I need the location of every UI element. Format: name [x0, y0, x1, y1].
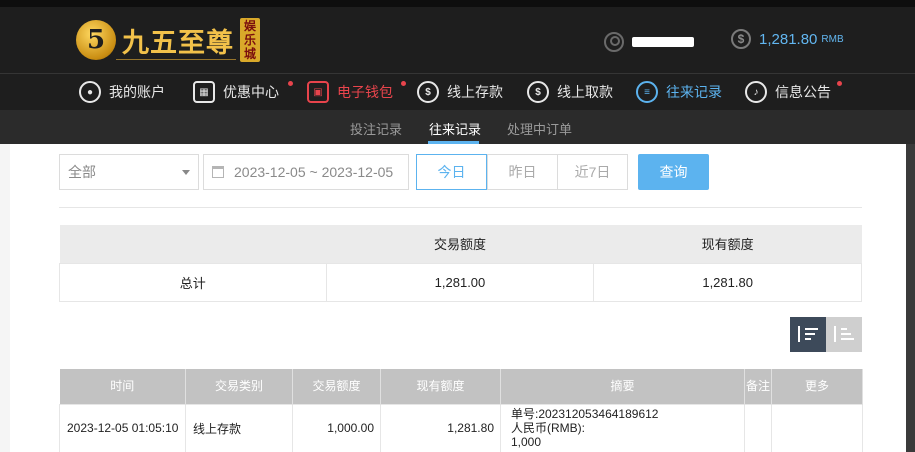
select-value: 全部 [68, 164, 96, 180]
cell-summary: 单号:202312053464189612 人民币(RMB): 1,000 [500, 403, 745, 452]
nav-item-announcements[interactable]: ♪ 信息公告 [745, 79, 842, 105]
notification-dot [288, 81, 293, 86]
dollar-coin-icon: $ [731, 29, 751, 49]
gift-icon: ▦ [193, 81, 215, 103]
sort-controls [790, 317, 862, 352]
site-header: 5 九五至尊 娱乐城 $ 1,281.80 RMB [0, 7, 915, 73]
site-logo[interactable]: 5 九五至尊 娱乐城 [76, 15, 260, 65]
nav-item-online-withdraw[interactable]: $ 线上取款 [527, 79, 613, 105]
nav-label: 电子钱包 [337, 84, 393, 100]
records-icon: ≡ [636, 81, 658, 103]
nav-item-my-account[interactable]: ● 我的账户 [79, 79, 165, 105]
records-header-row: 时间 交易类别 交易额度 现有额度 摘要 备注 更多 [59, 369, 863, 404]
nav-label: 往来记录 [666, 84, 722, 100]
nav-item-transaction-records[interactable]: ≡ 往来记录 [636, 79, 722, 105]
active-tab-indicator [428, 141, 479, 144]
cell-more[interactable] [771, 403, 863, 452]
records-table: 时间 交易类别 交易额度 现有额度 摘要 备注 更多 2023-12-05 01… [59, 369, 863, 452]
cell-remark [744, 403, 772, 452]
calendar-icon [212, 166, 224, 178]
user-icon: ● [79, 81, 101, 103]
column-header-type: 交易类别 [185, 369, 293, 404]
withdraw-icon: $ [527, 81, 549, 103]
summary-header-cell: 现有额度 [593, 225, 862, 263]
wallet-icon: ▣ [307, 81, 329, 103]
notification-dot [401, 81, 406, 86]
top-strip [0, 0, 915, 7]
summary-order-number: 单号:202312053464189612 [511, 406, 659, 421]
balance-amount: 1,281.80 [759, 30, 818, 48]
column-header-time: 时间 [59, 369, 186, 404]
summary-header-cell [59, 225, 327, 263]
column-header-balance: 现有额度 [380, 369, 501, 404]
today-button[interactable]: 今日 [416, 154, 487, 190]
summary-currency: 人民币(RMB): [511, 420, 585, 435]
tab-transaction-records[interactable]: 往来记录 [429, 119, 481, 138]
main-nav: ● 我的账户 ▦ 优惠中心 ▣ 电子钱包 $ 线上存款 $ 线上取款 ≡ 往来记… [0, 73, 915, 110]
sort-ascending-button[interactable] [826, 317, 862, 352]
nav-label: 信息公告 [775, 84, 831, 100]
left-gutter [0, 144, 10, 452]
deposit-icon: $ [417, 81, 439, 103]
date-range-value: 2023-12-05 ~ 2023-12-05 [234, 164, 394, 180]
query-button[interactable]: 查询 [638, 154, 709, 190]
sort-descending-icon [797, 325, 819, 344]
sort-descending-button[interactable] [790, 317, 826, 352]
summary-header-cell: 交易额度 [326, 225, 594, 263]
date-range-picker[interactable]: 2023-12-05 ~ 2023-12-05 [203, 154, 409, 190]
summary-table: 交易额度 现有额度 总计 1,281.00 1,281.80 [59, 225, 862, 302]
nav-label: 线上存款 [447, 84, 503, 100]
divider [59, 207, 862, 208]
balance-display: $ 1,281.80 RMB [731, 29, 844, 49]
cell-amount: 1,000.00 [292, 403, 381, 452]
column-header-remark: 备注 [744, 369, 772, 404]
table-row[interactable]: 2023-12-05 01:05:10 线上存款 1,000.00 1,281.… [59, 403, 863, 452]
tab-pending-orders[interactable]: 处理中订单 [507, 119, 572, 138]
transaction-type-select[interactable]: 全部 [59, 154, 199, 190]
right-scroll-gutter[interactable] [906, 144, 915, 452]
nav-label: 优惠中心 [223, 84, 279, 100]
cell-time: 2023-12-05 01:05:10 [59, 403, 186, 452]
summary-cell: 1,281.80 [593, 262, 862, 302]
summary-row: 总计 1,281.00 1,281.80 [59, 262, 862, 302]
summary-cell: 总计 [59, 262, 327, 302]
user-icon [604, 32, 624, 52]
balance-unit: RMB [821, 33, 844, 45]
summary-value: 1,000 [511, 434, 542, 449]
sort-ascending-icon [833, 325, 855, 344]
logo-mark: 5 [76, 20, 116, 60]
nav-item-promotions[interactable]: ▦ 优惠中心 [193, 79, 293, 105]
caret-down-icon [182, 170, 190, 175]
cell-type: 线上存款 [185, 403, 293, 452]
yesterday-button[interactable]: 昨日 [487, 154, 558, 190]
last-7-days-button[interactable]: 近7日 [557, 154, 628, 190]
nav-item-e-wallet[interactable]: ▣ 电子钱包 [307, 79, 406, 105]
column-header-amount: 交易额度 [292, 369, 381, 404]
page: 5 九五至尊 娱乐城 $ 1,281.80 RMB ● 我的账户 ▦ 优惠中心 … [0, 0, 915, 452]
username-redacted [632, 37, 694, 47]
logo-subtitle: 娱乐城 [240, 18, 260, 62]
column-header-more: 更多 [771, 369, 863, 404]
cell-balance: 1,281.80 [380, 403, 501, 452]
column-header-summary: 摘要 [500, 369, 745, 404]
logo-text: 九五至尊 [122, 27, 234, 59]
user-info[interactable] [604, 32, 694, 52]
summary-cell: 1,281.00 [325, 262, 595, 302]
summary-header-row: 交易额度 现有额度 [59, 225, 862, 263]
nav-item-online-deposit[interactable]: $ 线上存款 [417, 79, 503, 105]
tab-bet-records[interactable]: 投注记录 [350, 119, 402, 138]
notification-dot [837, 81, 842, 86]
nav-label: 我的账户 [109, 84, 165, 100]
bell-icon: ♪ [745, 81, 767, 103]
logo-ornament [116, 59, 236, 65]
nav-label: 线上取款 [557, 84, 613, 100]
sub-nav: 投注记录 往来记录 处理中订单 [0, 110, 915, 144]
